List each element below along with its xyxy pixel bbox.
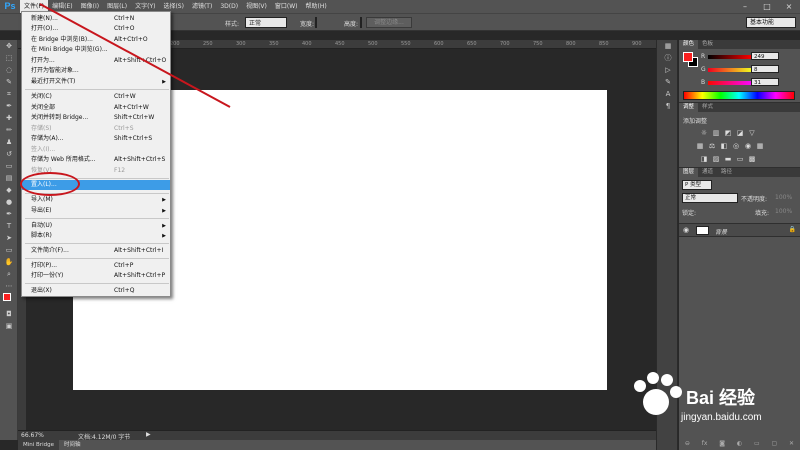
watermark-url: jingyan.baidu.com — [681, 412, 762, 423]
watermark-logo-text: Bai 经验 — [686, 388, 756, 408]
baidu-paw-logo — [634, 372, 682, 415]
baidu-watermark: Bai 经验 jingyan.baidu.com — [620, 360, 800, 450]
